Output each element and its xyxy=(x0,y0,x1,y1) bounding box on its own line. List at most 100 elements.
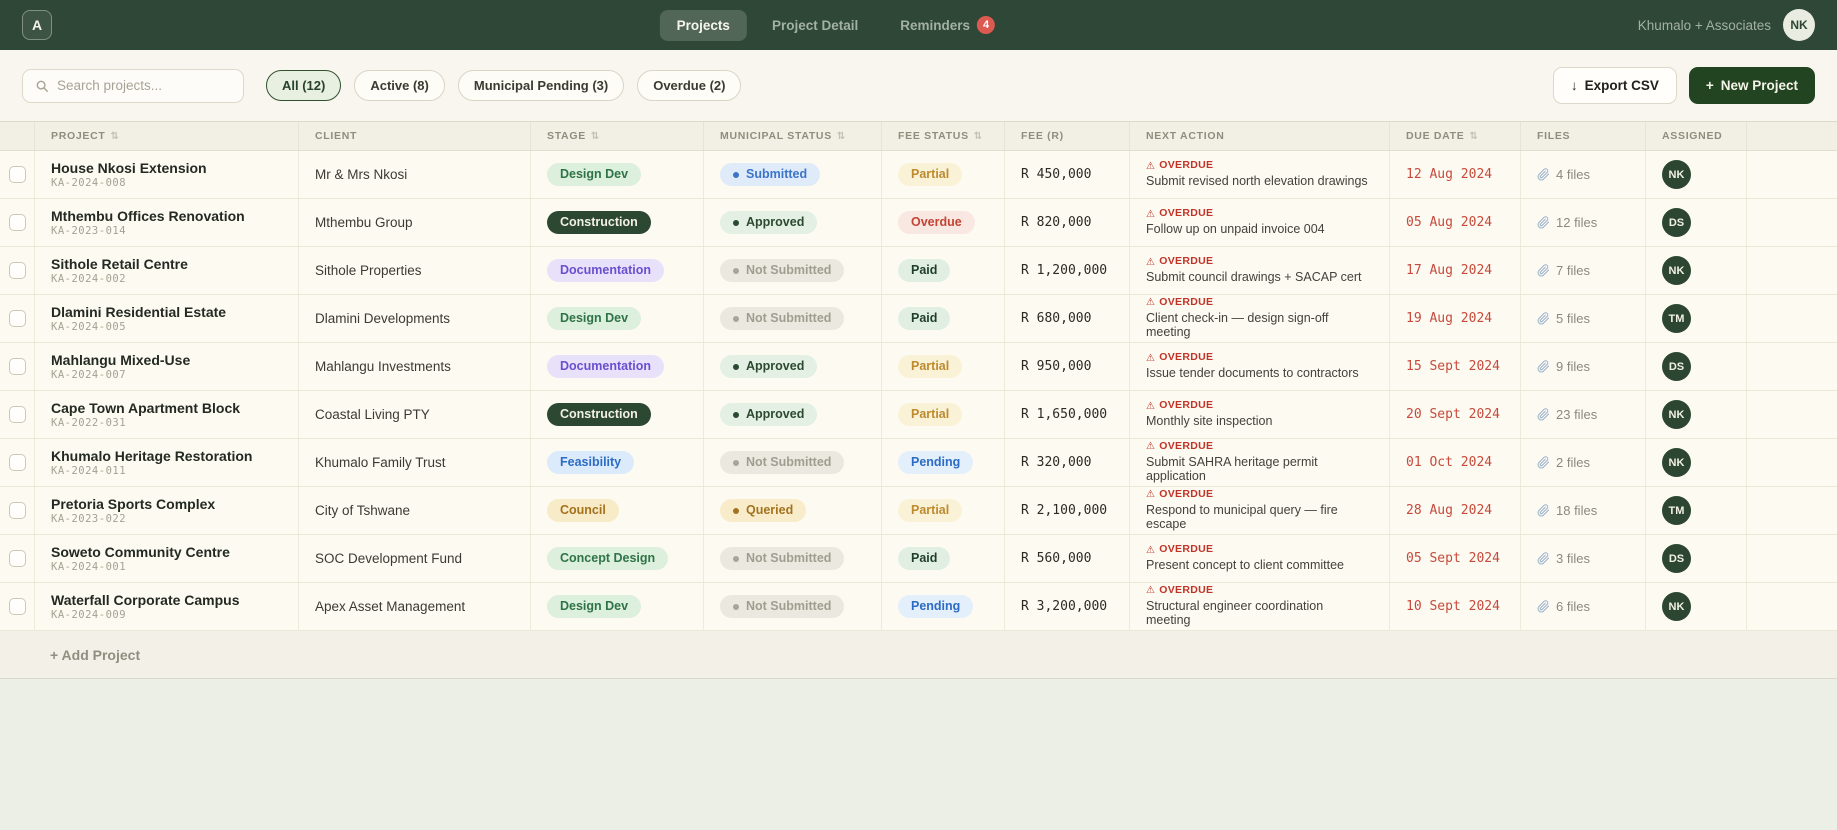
project-name: Mahlangu Mixed-Use xyxy=(51,351,191,368)
project-name: Dlamini Residential Estate xyxy=(51,303,227,320)
files-link[interactable]: 6 files xyxy=(1537,599,1590,614)
row-checkbox[interactable] xyxy=(8,358,26,375)
fee-cell: R 680,000 xyxy=(1005,295,1130,342)
search-input[interactable] xyxy=(57,78,231,93)
next-action-text: Present concept to client committee xyxy=(1146,558,1345,573)
tab-project-detail[interactable]: Project Detail xyxy=(755,10,875,41)
files-link[interactable]: 9 files xyxy=(1537,359,1590,374)
column-header-project[interactable]: PROJECT ⇅ xyxy=(35,122,299,150)
overdue-flag-label: OVERDUE xyxy=(1159,584,1214,597)
paperclip-icon xyxy=(1537,264,1550,277)
table-row[interactable]: Sithole Retail Centre KA-2024-002 Sithole … xyxy=(0,247,1837,295)
new-project-button[interactable]: + New Project xyxy=(1688,67,1815,104)
projects-table: PROJECT ⇅ CLIENT STAGE ⇅ MUNICIPAL STATUS ⇅ FEE… xyxy=(0,121,1837,679)
fee-amount: R 1,650,000 xyxy=(1021,407,1108,422)
row-checkbox[interactable] xyxy=(8,550,26,567)
filter-pill-overdue-2[interactable]: Overdue (2) xyxy=(637,70,742,101)
column-header-fee-r: FEE (R) xyxy=(1005,122,1130,150)
filter-pill-municipal-pending-3[interactable]: Municipal Pending (3) xyxy=(457,70,625,101)
row-select-cell xyxy=(0,151,35,198)
assigned-cell: DS xyxy=(1646,535,1747,582)
user-avatar[interactable]: NK xyxy=(1783,9,1815,41)
row-spacer-cell xyxy=(1747,295,1837,342)
table-row[interactable]: Mthembu Offices Renovation KA-2023-014 Mth… xyxy=(0,199,1837,247)
row-checkbox[interactable] xyxy=(8,598,26,615)
municipal-status-cell: Not Submitted xyxy=(704,247,882,294)
overdue-flag-label: OVERDUE xyxy=(1159,351,1214,364)
row-checkbox[interactable] xyxy=(8,166,26,183)
assigned-cell: NK xyxy=(1646,391,1747,438)
stage-cell: Design Dev xyxy=(531,295,704,342)
row-checkbox[interactable] xyxy=(8,214,26,231)
table-row[interactable]: Soweto Community Centre KA-2024-001 SOC De… xyxy=(0,535,1837,583)
next-action-cell: ⚠ OVERDUE Monthly site inspection xyxy=(1130,391,1390,438)
export-csv-button[interactable]: ↓ Export CSV xyxy=(1552,67,1677,104)
row-spacer-cell xyxy=(1747,535,1837,582)
files-link[interactable]: 3 files xyxy=(1537,551,1590,566)
table-row[interactable]: Cape Town Apartment Block KA-2022-031 Coas… xyxy=(0,391,1837,439)
column-header-fee-status[interactable]: FEE STATUS ⇅ xyxy=(882,122,1005,150)
column-header-label: FEE STATUS xyxy=(898,130,969,142)
fee-amount: R 950,000 xyxy=(1021,359,1092,374)
overdue-flag-label: OVERDUE xyxy=(1159,255,1214,268)
status-dot-icon xyxy=(733,411,739,418)
table-row[interactable]: Mahlangu Mixed-Use KA-2024-007 Mahlangu In… xyxy=(0,343,1837,391)
files-link[interactable]: 7 files xyxy=(1537,263,1590,278)
add-project-button[interactable]: + Add Project xyxy=(50,647,140,663)
tab-reminders[interactable]: Reminders 4 xyxy=(883,8,1012,42)
fee-status-badge: Paid xyxy=(898,259,951,282)
column-header-stage[interactable]: STAGE ⇅ xyxy=(531,122,704,150)
next-action-cell: ⚠ OVERDUE Submit SAHRA heritage permit app… xyxy=(1130,439,1390,486)
files-link[interactable]: 23 files xyxy=(1537,407,1597,422)
column-header-blank-0 xyxy=(0,122,35,150)
warning-icon: ⚠ xyxy=(1146,352,1156,364)
column-header-municipal-status[interactable]: MUNICIPAL STATUS ⇅ xyxy=(704,122,882,150)
client-name: Khumalo Family Trust xyxy=(315,455,446,470)
table-row[interactable]: House Nkosi Extension KA-2024-008 Mr & Mrs… xyxy=(0,151,1837,199)
project-code: KA-2023-022 xyxy=(51,512,127,525)
next-action-text: Submit SAHRA heritage permit application xyxy=(1146,454,1318,484)
row-spacer-cell xyxy=(1747,439,1837,486)
files-link[interactable]: 12 files xyxy=(1537,215,1597,230)
stage-badge: Documentation xyxy=(547,259,664,282)
project-name: Sithole Retail Centre xyxy=(51,255,188,272)
row-checkbox[interactable] xyxy=(8,262,26,279)
fee-status-cell: Pending xyxy=(882,439,1005,486)
client-cell: Mthembu Group xyxy=(299,199,531,246)
column-header-due-date[interactable]: DUE DATE ⇅ xyxy=(1390,122,1521,150)
filter-pill-all-12[interactable]: All (12) xyxy=(266,70,342,101)
files-link[interactable]: 18 files xyxy=(1537,503,1597,518)
row-checkbox[interactable] xyxy=(8,406,26,423)
fee-status-badge: Paid xyxy=(898,547,951,570)
tab-projects[interactable]: Projects xyxy=(659,9,747,41)
search-box[interactable] xyxy=(22,68,244,103)
table-row[interactable]: Pretoria Sports Complex KA-2023-022 City o… xyxy=(0,487,1837,535)
assignee-avatar: DS xyxy=(1662,544,1691,573)
column-header-label: ASSIGNED xyxy=(1662,130,1723,142)
stage-badge: Construction xyxy=(547,211,651,234)
next-action-cell: ⚠ OVERDUE Present concept to client commit… xyxy=(1130,535,1390,582)
row-checkbox[interactable] xyxy=(8,502,26,519)
table-row[interactable]: Waterfall Corporate Campus KA-2024-009 Ape… xyxy=(0,583,1837,631)
table-row[interactable]: Dlamini Residential Estate KA-2024-005 Dla… xyxy=(0,295,1837,343)
reminders-count-badge: 4 xyxy=(977,16,995,34)
row-checkbox[interactable] xyxy=(8,454,26,471)
files-link[interactable]: 2 files xyxy=(1537,455,1590,470)
next-action-text: Issue tender documents to contractors xyxy=(1146,366,1359,381)
stage-cell: Council xyxy=(531,487,704,534)
next-action-text: Follow up on unpaid invoice 004 xyxy=(1146,222,1325,237)
status-dot-icon xyxy=(733,315,739,322)
fee-status-cell: Partial xyxy=(882,151,1005,198)
stage-cell: Documentation xyxy=(531,247,704,294)
files-link[interactable]: 4 files xyxy=(1537,167,1590,182)
municipal-status-label: Not Submitted xyxy=(746,599,832,614)
warning-icon: ⚠ xyxy=(1146,544,1156,556)
table-row[interactable]: Khumalo Heritage Restoration KA-2024-011 K… xyxy=(0,439,1837,487)
project-name: House Nkosi Extension xyxy=(51,159,207,176)
row-checkbox[interactable] xyxy=(8,310,26,327)
municipal-status-badge: Submitted xyxy=(720,163,821,186)
row-select-cell xyxy=(0,487,35,534)
files-link[interactable]: 5 files xyxy=(1537,311,1590,326)
filter-pill-active-8[interactable]: Active (8) xyxy=(354,70,445,101)
fee-status-cell: Partial xyxy=(882,487,1005,534)
